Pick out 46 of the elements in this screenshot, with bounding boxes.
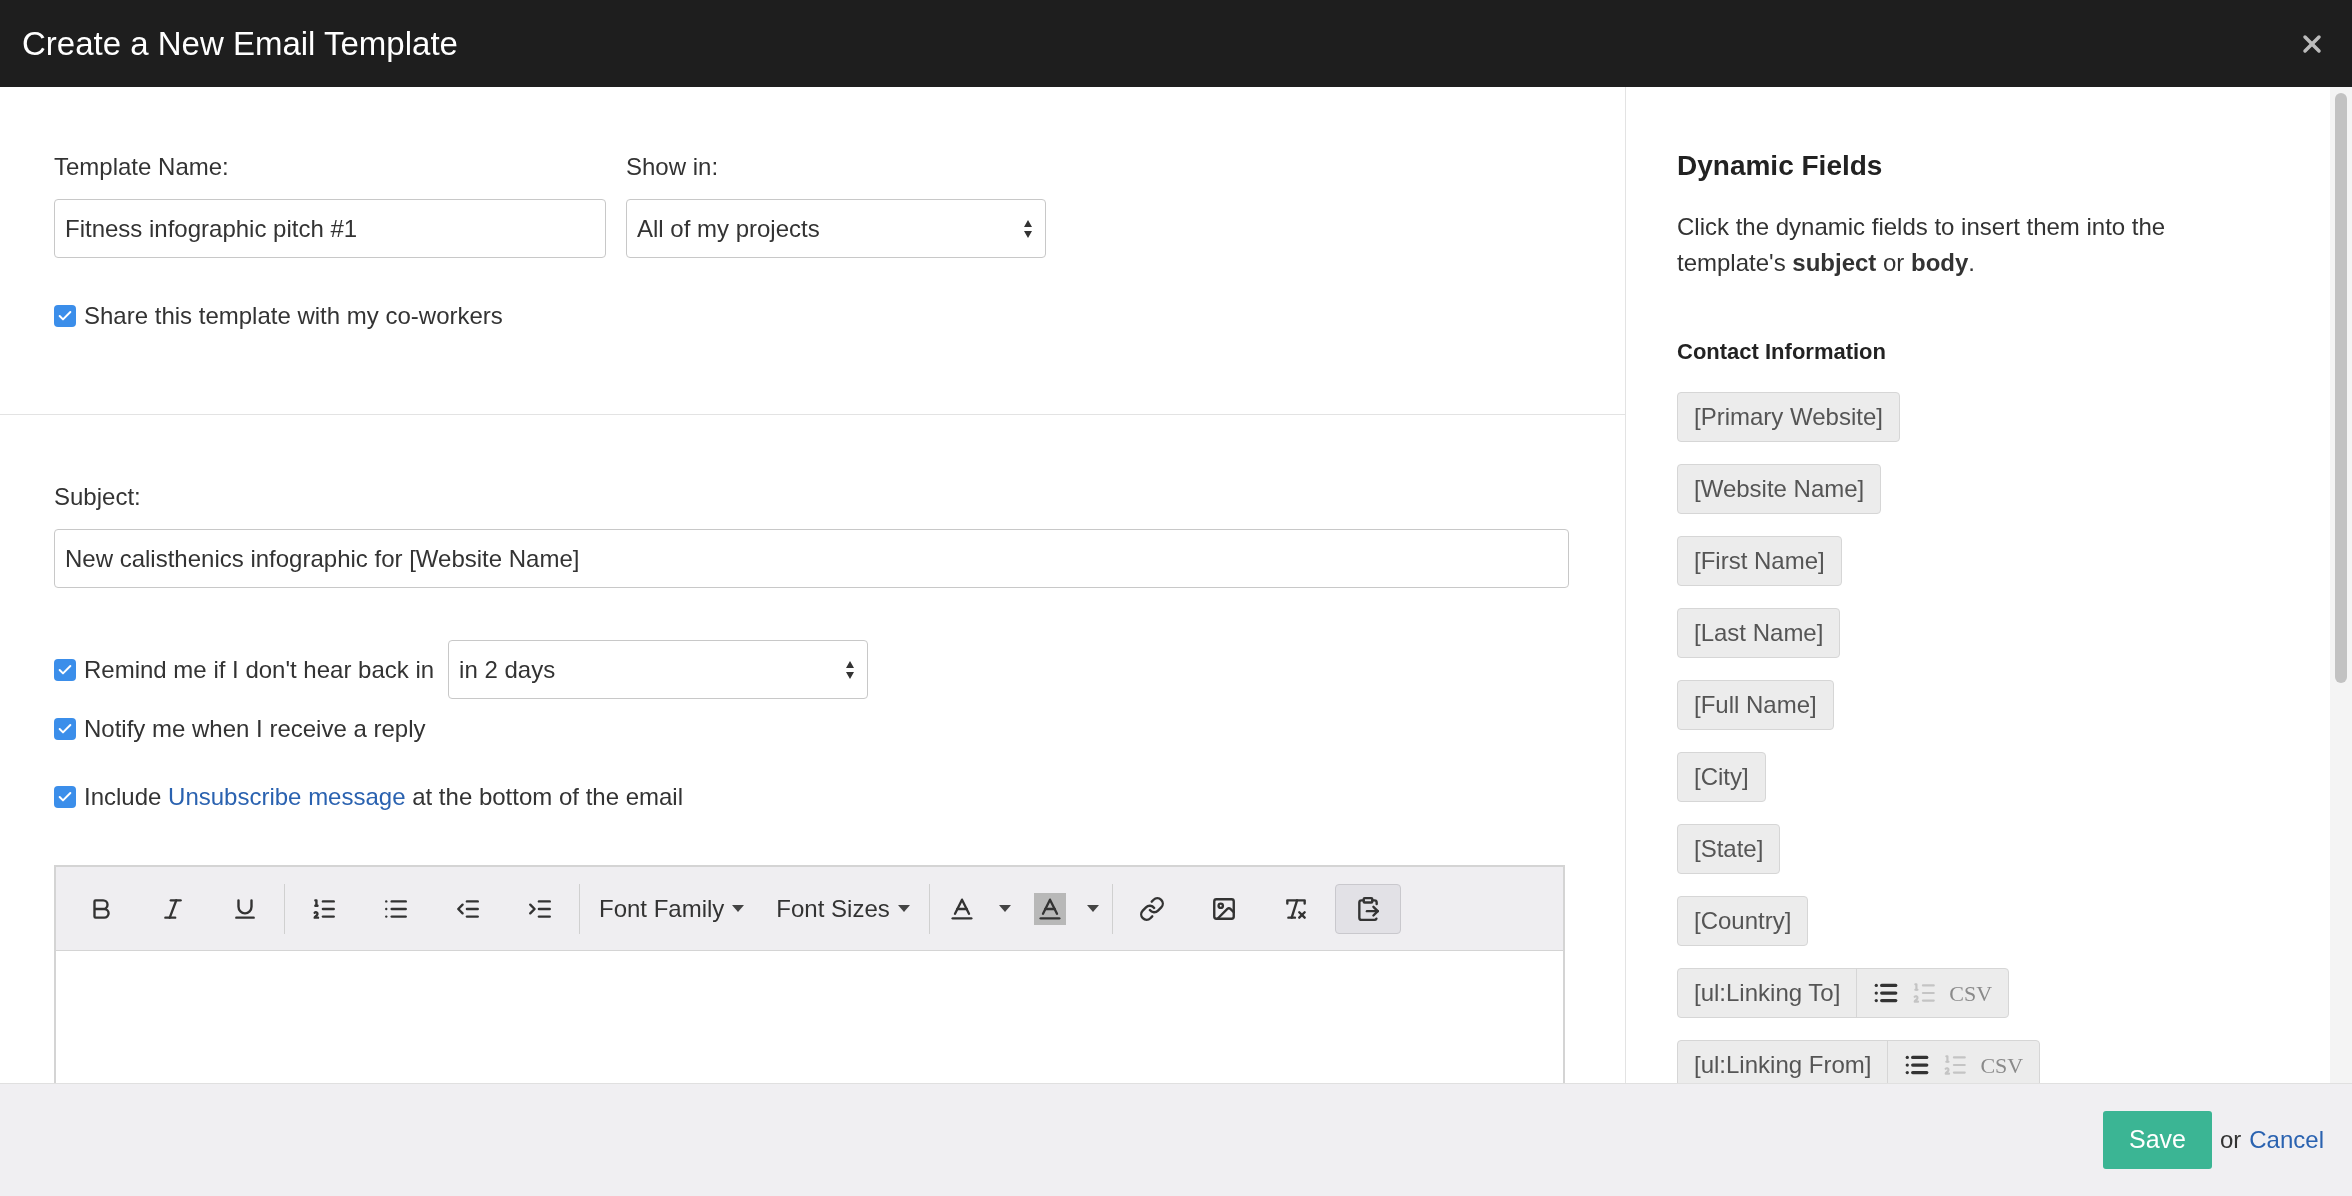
caret-icon xyxy=(998,904,1011,913)
panel-title: Dynamic Fields xyxy=(1677,149,1884,183)
scrollbar[interactable] xyxy=(2330,87,2352,1083)
link-icon xyxy=(1138,895,1165,922)
scrollbar-thumb[interactable] xyxy=(2335,93,2347,683)
checkbox-label: Include Unsubscribe message at the bottom of the email xyxy=(84,782,683,812)
or-text: or xyxy=(2219,1125,2242,1155)
unsubscribe-link[interactable]: Unsubscribe message xyxy=(168,783,406,810)
template-name-input[interactable]: Fitness infographic pitch #1 xyxy=(54,199,606,258)
panel-description: Click the dynamic fields to insert them into the template's subject or body. xyxy=(1677,212,2167,278)
checkbox-label: Share this template with my co-workers xyxy=(84,301,503,331)
caret-icon xyxy=(732,904,745,913)
checkbox-label: Remind me if I don't hear back in xyxy=(84,654,435,685)
field-label: Subject: xyxy=(54,482,142,512)
editor[interactable]: Font Family Font Sizes xyxy=(54,865,1565,1083)
remind-interval-select[interactable]: in 2 days xyxy=(448,640,869,699)
up-down-arrows-icon xyxy=(1023,218,1033,239)
image-icon xyxy=(1210,895,1237,922)
dynamic-field[interactable]: [Full Name] xyxy=(1677,680,1834,730)
dynamic-field[interactable]: [Primary Website] xyxy=(1677,392,1900,442)
toolbar-dropdown[interactable]: Font Sizes xyxy=(763,883,923,934)
up-down-arrows-icon xyxy=(845,659,856,680)
dynamic-field[interactable]: [Last Name] xyxy=(1677,608,1841,658)
field-label: Show in: xyxy=(626,152,720,182)
toolbar-dropdown[interactable]: Font Family xyxy=(586,883,758,934)
caret-icon xyxy=(897,904,910,913)
section-heading: Contact Information xyxy=(1677,338,1887,366)
highlight-letter-icon xyxy=(1033,892,1066,925)
paste-button[interactable] xyxy=(1334,883,1401,934)
field-label: Template Name: xyxy=(54,152,230,182)
share-checkbox[interactable] xyxy=(54,305,76,327)
show-in-select[interactable]: All of my projects xyxy=(626,199,1046,258)
remind-checkbox[interactable] xyxy=(54,658,76,681)
dynamic-field[interactable]: [Country] xyxy=(1677,896,1809,946)
unsubscribe-checkbox[interactable] xyxy=(54,786,76,808)
dynamic-field[interactable]: [State] xyxy=(1677,824,1781,874)
cancel-link[interactable]: Cancel xyxy=(2249,1122,2324,1158)
window-title: Create a New Email Template xyxy=(22,23,458,64)
dynamic-field[interactable]: [City] xyxy=(1677,752,1766,802)
caret-icon xyxy=(1086,904,1099,913)
subject-input[interactable]: New calisthenics infographic for [Website Name] xyxy=(54,529,1569,588)
notify-checkbox[interactable] xyxy=(54,718,76,740)
dynamic-field[interactable]: [ul:Linking To] xyxy=(1678,969,1858,1017)
dynamic-field[interactable]: [First Name] xyxy=(1677,536,1842,586)
checkbox-label: Notify me when I receive a reply xyxy=(84,714,426,744)
dynamic-field[interactable]: [Website Name] xyxy=(1677,464,1882,514)
